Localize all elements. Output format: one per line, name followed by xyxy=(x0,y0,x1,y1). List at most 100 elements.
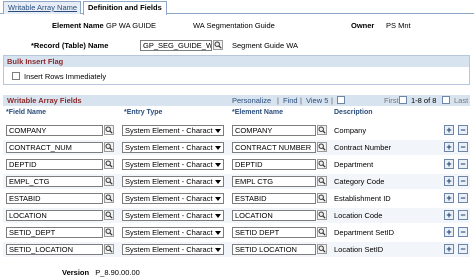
entry-type-value: System Element - Charact xyxy=(125,228,213,237)
element-name-label: Element Name xyxy=(52,21,104,30)
entry-type-select[interactable]: System Element - Charact xyxy=(122,125,224,136)
minus-icon[interactable]: − xyxy=(458,227,468,237)
row-range: 1-8 of 8 xyxy=(411,96,437,105)
field-name-input[interactable]: SETID_DEPT xyxy=(6,227,103,238)
entry-type-select[interactable]: System Element - Charact xyxy=(122,193,224,204)
plus-icon[interactable]: + xyxy=(444,193,454,203)
entry-type-select[interactable]: System Element - Charact xyxy=(122,227,224,238)
minus-icon[interactable]: − xyxy=(458,125,468,135)
entry-type-select[interactable]: System Element - Charact xyxy=(122,244,224,255)
entry-type-select[interactable]: System Element - Charact xyxy=(122,176,224,187)
magnifier-icon[interactable] xyxy=(317,193,327,203)
field-name-input[interactable]: DEPTID xyxy=(6,159,103,170)
row-description: Department xyxy=(334,160,374,169)
separator: | xyxy=(277,96,279,105)
element-name-input[interactable]: CONTRACT NUMBER xyxy=(232,142,316,153)
entry-type-value: System Element - Charact xyxy=(125,177,213,186)
magnifier-icon[interactable] xyxy=(317,176,327,186)
entry-type-select[interactable]: System Element - Charact xyxy=(122,159,224,170)
grid-view-icon[interactable] xyxy=(337,96,345,104)
plus-icon[interactable]: + xyxy=(444,210,454,220)
field-name-input[interactable]: COMPANY xyxy=(6,125,103,136)
chevron-down-icon xyxy=(215,146,221,150)
insert-rows-label: Insert Rows Immediately xyxy=(24,72,107,81)
tab-bar: Writable Array Name Definition and Field… xyxy=(0,0,474,15)
field-name-input[interactable]: ESTABID xyxy=(6,193,103,204)
personalize-link[interactable]: Personalize xyxy=(232,95,271,106)
tab-writable-array-name[interactable]: Writable Array Name xyxy=(3,1,81,14)
find-link[interactable]: Find xyxy=(283,95,298,106)
element-name-input[interactable]: LOCATION xyxy=(232,210,316,221)
magnifier-icon[interactable] xyxy=(104,210,114,220)
version-label: Version xyxy=(62,268,90,277)
arrow-first-icon[interactable] xyxy=(399,96,407,104)
magnifier-icon[interactable] xyxy=(104,176,114,186)
magnifier-icon[interactable] xyxy=(213,40,223,50)
col-description[interactable]: Description xyxy=(334,109,373,116)
tab-definition-and-fields[interactable]: Definition and Fields xyxy=(83,1,167,15)
plus-icon[interactable]: + xyxy=(444,125,454,135)
col-field-name[interactable]: *Field Name xyxy=(6,109,46,116)
magnifier-icon[interactable] xyxy=(317,125,327,135)
record-name-field[interactable]: GP_SEG_GUIDE_W xyxy=(140,40,212,51)
last-link[interactable]: Last xyxy=(454,95,468,106)
magnifier-icon[interactable] xyxy=(104,159,114,169)
magnifier-icon[interactable] xyxy=(317,210,327,220)
element-description: WA Segmentation Guide xyxy=(193,21,275,30)
row-description: Department SetID xyxy=(334,228,395,237)
magnifier-icon[interactable] xyxy=(104,125,114,135)
magnifier-icon[interactable] xyxy=(104,142,114,152)
plus-icon[interactable]: + xyxy=(444,227,454,237)
plus-icon[interactable]: + xyxy=(444,176,454,186)
row-description: Contract Number xyxy=(334,143,392,152)
entry-type-select[interactable]: System Element - Charact xyxy=(122,210,224,221)
entry-type-value: System Element - Charact xyxy=(125,194,213,203)
arrow-last-icon[interactable] xyxy=(442,96,450,104)
magnifier-icon[interactable] xyxy=(317,227,327,237)
plus-icon[interactable]: + xyxy=(444,142,454,152)
record-name-label: *Record (Table) Name xyxy=(31,41,109,50)
chevron-down-icon xyxy=(215,231,221,235)
col-entry-type[interactable]: *Entry Type xyxy=(124,109,162,116)
magnifier-icon[interactable] xyxy=(104,227,114,237)
magnifier-icon[interactable] xyxy=(317,244,327,254)
insert-rows-checkbox[interactable] xyxy=(12,72,20,80)
grid-title: Writable Array Fields xyxy=(7,96,82,105)
minus-icon[interactable]: − xyxy=(458,142,468,152)
magnifier-icon[interactable] xyxy=(104,244,114,254)
field-name-input[interactable]: SETID_LOCATION xyxy=(6,244,103,255)
grid-header-bar: Writable Array Fields Personalize | Find… xyxy=(3,95,470,106)
field-name-input[interactable]: EMPL_CTG xyxy=(6,176,103,187)
first-link[interactable]: First xyxy=(384,95,399,106)
plus-icon[interactable]: + xyxy=(444,159,454,169)
element-name-input[interactable]: EMPL CTG xyxy=(232,176,316,187)
magnifier-icon[interactable] xyxy=(317,159,327,169)
col-element-name[interactable]: *Element Name xyxy=(232,109,283,116)
element-name-input[interactable]: SETID LOCATION xyxy=(232,244,316,255)
chevron-down-icon xyxy=(215,248,221,252)
minus-icon[interactable]: − xyxy=(458,176,468,186)
element-name-input[interactable]: SETID DEPT xyxy=(232,227,316,238)
entry-type-value: System Element - Charact xyxy=(125,245,213,254)
element-name-input[interactable]: DEPTID xyxy=(232,159,316,170)
minus-icon[interactable]: − xyxy=(458,159,468,169)
chevron-down-icon xyxy=(215,180,221,184)
row-description: Establishment ID xyxy=(334,194,391,203)
chevron-down-icon xyxy=(215,197,221,201)
version-value: P_8.90.00.00 xyxy=(95,268,140,277)
minus-icon[interactable]: − xyxy=(458,210,468,220)
field-name-input[interactable]: CONTRACT_NUM xyxy=(6,142,103,153)
magnifier-icon[interactable] xyxy=(104,193,114,203)
element-name-input[interactable]: ESTABID xyxy=(232,193,316,204)
version-footer: Version P_8.90.00.00 xyxy=(62,268,140,277)
field-name-input[interactable]: LOCATION xyxy=(6,210,103,221)
minus-icon[interactable]: − xyxy=(458,193,468,203)
entry-type-select[interactable]: System Element - Charact xyxy=(122,142,224,153)
element-name-input[interactable]: COMPANY xyxy=(232,125,316,136)
plus-icon[interactable]: + xyxy=(444,244,454,254)
owner-value: PS Mnt xyxy=(386,21,411,30)
entry-type-value: System Element - Charact xyxy=(125,211,213,220)
view-link[interactable]: View 5 xyxy=(306,95,328,106)
magnifier-icon[interactable] xyxy=(317,142,327,152)
minus-icon[interactable]: − xyxy=(458,244,468,254)
